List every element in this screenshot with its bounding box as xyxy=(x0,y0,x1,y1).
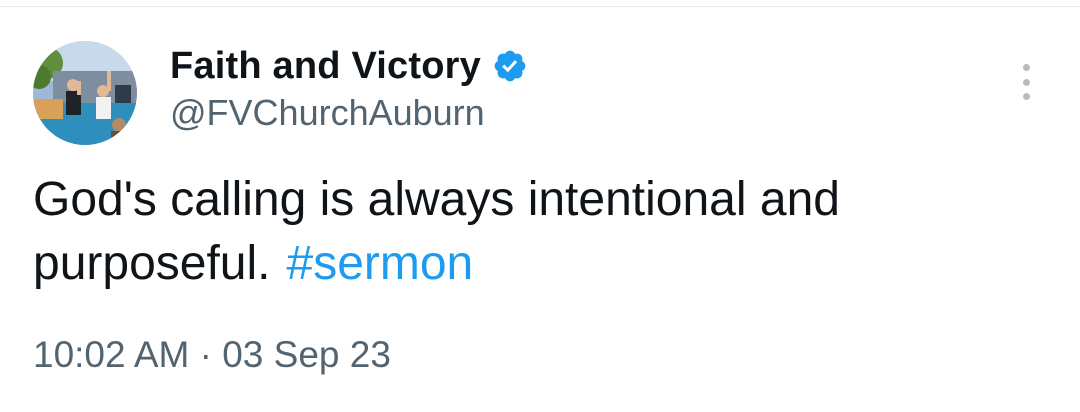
more-options-icon[interactable] xyxy=(1016,64,1036,100)
author-display-name[interactable]: Faith and Victory xyxy=(170,45,481,88)
more-dot xyxy=(1022,93,1030,100)
avatar[interactable] xyxy=(33,41,137,145)
author-name-row[interactable]: Faith and Victory xyxy=(170,42,528,90)
tweet-card[interactable]: Faith and Victory @FVChurchAuburn God's … xyxy=(0,0,1080,412)
author-handle[interactable]: @FVChurchAuburn xyxy=(170,92,485,134)
verified-badge-icon xyxy=(492,48,528,84)
tweet-timestamp[interactable]: 10:02 AM · 03 Sep 23 xyxy=(33,334,391,376)
more-dot xyxy=(1022,64,1030,71)
more-dot xyxy=(1022,78,1030,86)
hashtag-link[interactable]: #sermon xyxy=(287,237,474,290)
tweet-text: God's calling is always intentional and … xyxy=(33,168,1043,296)
